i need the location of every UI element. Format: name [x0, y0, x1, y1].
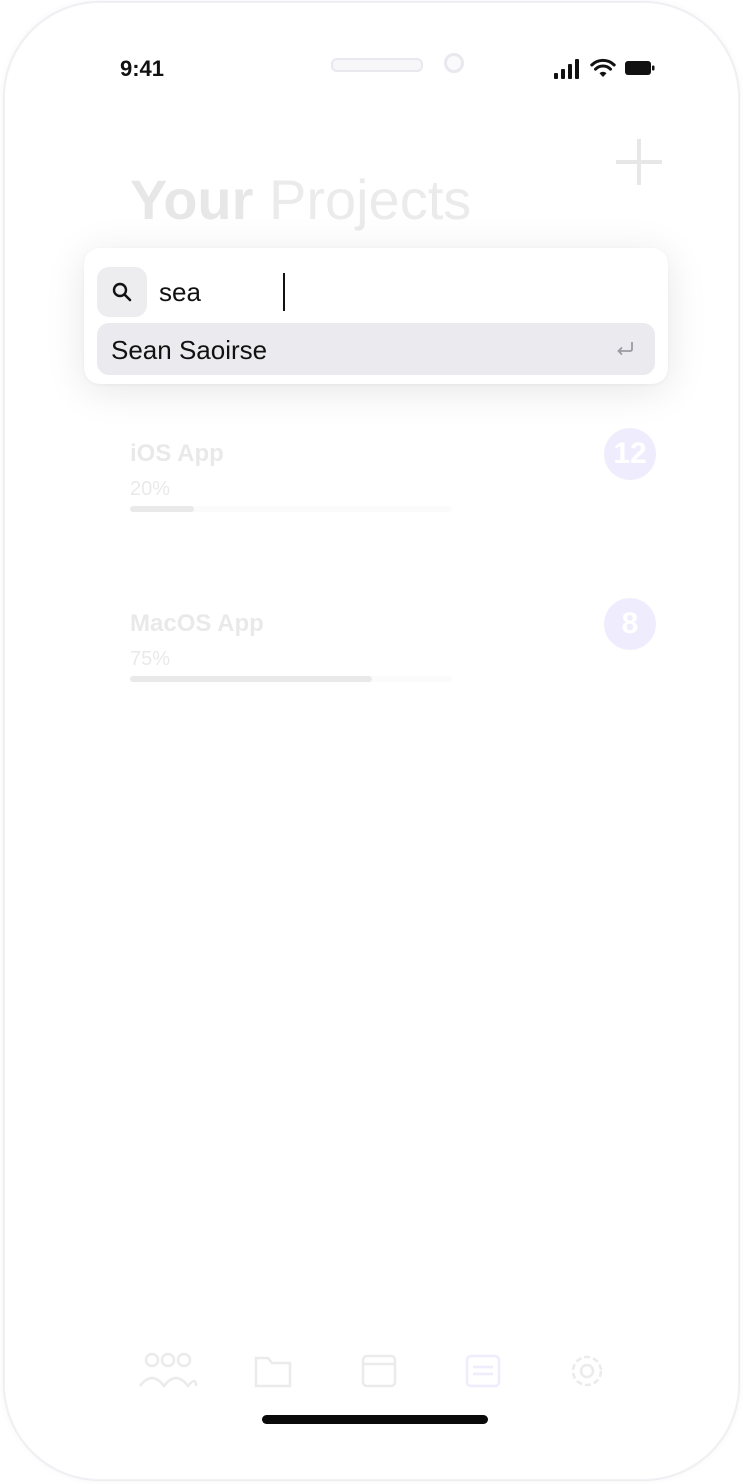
project-card[interactable]: MacOS App 75% 8 — [80, 588, 674, 724]
progress-fill — [130, 676, 372, 682]
project-name: MacOS App — [130, 610, 264, 637]
text-caret — [283, 273, 285, 311]
project-card[interactable]: iOS App 20% 12 — [80, 418, 674, 554]
phone-frame: 9:41 Your Projects iOS App 20% 12 MacOS … — [4, 2, 739, 1480]
board-icon[interactable] — [462, 1350, 504, 1392]
search-icon — [97, 267, 147, 317]
search-input[interactable] — [159, 272, 639, 312]
title-light: Projects — [268, 168, 472, 231]
progress-track — [130, 506, 452, 512]
project-progress-label: 75% — [130, 648, 171, 670]
status-icons — [554, 57, 666, 81]
project-name: iOS App — [130, 440, 224, 467]
front-camera — [444, 53, 464, 73]
task-count-badge: 8 — [604, 598, 656, 650]
title-bold: Your — [130, 168, 254, 231]
search-result-label: Sean Saoirse — [111, 335, 268, 365]
status-time: 9:41 — [120, 56, 165, 81]
progress-fill — [130, 506, 195, 512]
calendar-icon[interactable] — [358, 1350, 400, 1392]
wifi-icon — [590, 58, 616, 77]
tab-bar — [124, 1350, 624, 1398]
project-progress-label: 20% — [130, 478, 171, 500]
folder-icon[interactable] — [252, 1350, 294, 1392]
task-count-badge: 12 — [604, 428, 656, 480]
return-key-icon — [617, 342, 633, 356]
settings-icon[interactable] — [566, 1350, 608, 1392]
search-result-item[interactable]: Sean Saoirse — [97, 323, 655, 375]
add-project-icon[interactable] — [616, 139, 662, 185]
signal-icon — [554, 57, 584, 79]
progress-track — [130, 676, 452, 682]
home-indicator — [262, 1415, 488, 1424]
speaker-grille — [331, 58, 423, 72]
team-icon[interactable] — [138, 1350, 198, 1392]
page-title: Your Projects — [130, 167, 471, 232]
battery-icon — [625, 61, 655, 75]
search-panel: Sean Saoirse — [84, 248, 668, 384]
